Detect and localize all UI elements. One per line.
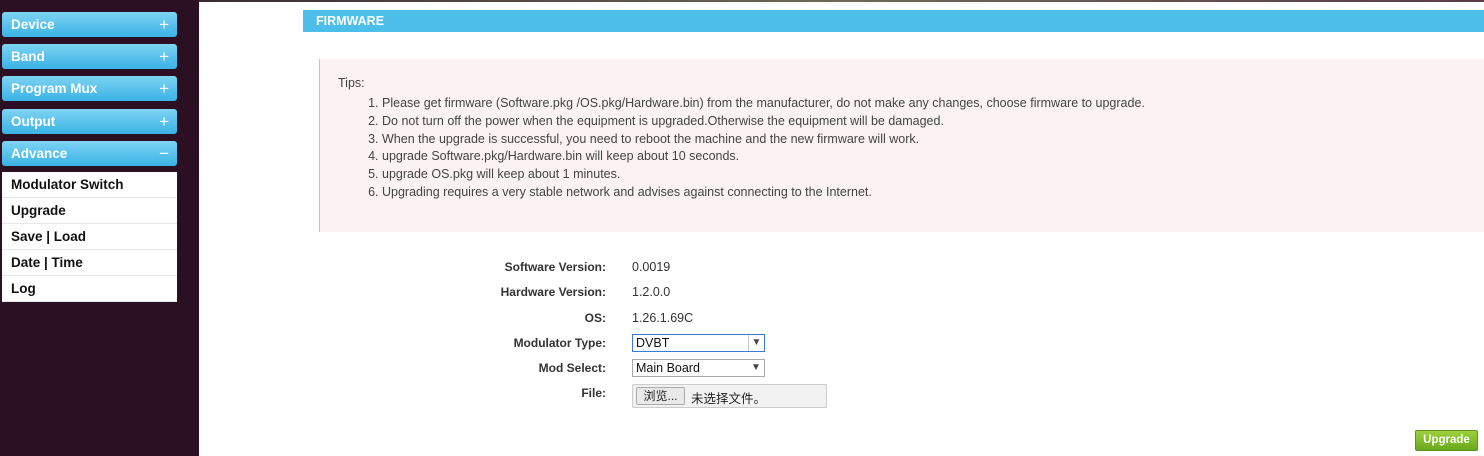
- upgrade-button[interactable]: Upgrade: [1415, 430, 1478, 451]
- file-status: 未选择文件。: [691, 391, 767, 406]
- tip-item: upgrade OS.pkg will keep about 1 minutes…: [382, 166, 1145, 184]
- file-label: File:: [581, 386, 606, 400]
- modulator-type-row: Modulator Type: DVBT ▼: [199, 333, 899, 353]
- expand-icon: +: [159, 79, 169, 98]
- expand-icon: +: [159, 47, 169, 66]
- modulator-type-select[interactable]: DVBT ▼: [632, 334, 765, 352]
- nav-advance-label: Advance: [11, 146, 68, 161]
- software-version-row: Software Version: 0.0019: [199, 257, 899, 277]
- os-value: 1.26.1.69C: [632, 311, 694, 325]
- chevron-down-icon[interactable]: ▼: [748, 360, 764, 376]
- hardware-version-value: 1.2.0.0: [632, 285, 671, 299]
- software-version-value: 0.0019: [632, 260, 671, 274]
- tip-item: When the upgrade is successful, you need…: [382, 131, 1145, 149]
- sidebar-item-log[interactable]: Log: [2, 276, 177, 302]
- sidebar-item-save-load[interactable]: Save | Load: [2, 224, 177, 250]
- hardware-version-row: Hardware Version: 1.2.0.0: [199, 282, 899, 302]
- os-label: OS:: [584, 311, 606, 325]
- tip-item: Do not turn off the power when the equip…: [382, 113, 1145, 131]
- sidebar-item-upgrade[interactable]: Upgrade: [2, 198, 177, 224]
- modulator-type-label: Modulator Type:: [513, 336, 606, 350]
- browse-button[interactable]: 浏览...: [636, 387, 685, 405]
- sidebar-item-modulator-switch[interactable]: Modulator Switch: [2, 172, 177, 198]
- tips-list: Please get firmware (Software.pkg /OS.pk…: [364, 95, 1145, 202]
- mod-select-label: Mod Select:: [538, 361, 606, 375]
- page-title: FIRMWARE: [303, 10, 1484, 32]
- modulator-type-value: DVBT: [636, 336, 670, 350]
- nav-output[interactable]: Output +: [2, 109, 177, 134]
- os-row: OS: 1.26.1.69C: [199, 308, 899, 328]
- tips-title: Tips:: [338, 76, 365, 90]
- nav-device-label: Device: [11, 17, 55, 32]
- nav-device[interactable]: Device +: [2, 12, 177, 37]
- expand-icon: +: [159, 15, 169, 34]
- tips-panel: Tips: Please get firmware (Software.pkg …: [319, 59, 1484, 232]
- nav-program-mux-label: Program Mux: [11, 81, 98, 96]
- file-input[interactable]: 浏览... 未选择文件。: [632, 384, 827, 408]
- advance-submenu: Modulator Switch Upgrade Save | Load Dat…: [2, 172, 177, 302]
- software-version-label: Software Version:: [504, 260, 606, 274]
- chevron-down-icon[interactable]: ▼: [748, 335, 764, 351]
- nav-output-label: Output: [11, 114, 56, 129]
- mod-select-row: Mod Select: Main Board ▼: [199, 358, 899, 378]
- sidebar-item-date-time[interactable]: Date | Time: [2, 250, 177, 276]
- nav-program-mux[interactable]: Program Mux +: [2, 76, 177, 101]
- mod-select-value: Main Board: [636, 361, 700, 375]
- sidebar: Device + Band + Program Mux + Output + A…: [0, 0, 199, 456]
- main-content: FIRMWARE Tips: Please get firmware (Soft…: [199, 2, 1484, 456]
- file-row: File: 浏览... 未选择文件。: [199, 383, 899, 409]
- nav-band-label: Band: [11, 49, 45, 64]
- tip-item: Please get firmware (Software.pkg /OS.pk…: [382, 95, 1145, 113]
- collapse-icon: −: [159, 144, 169, 163]
- nav-band[interactable]: Band +: [2, 44, 177, 69]
- expand-icon: +: [159, 112, 169, 131]
- tip-item: Upgrading requires a very stable network…: [382, 184, 1145, 202]
- mod-select-select[interactable]: Main Board ▼: [632, 359, 765, 377]
- hardware-version-label: Hardware Version:: [500, 285, 606, 299]
- nav-advance[interactable]: Advance −: [2, 141, 177, 166]
- tip-item: upgrade Software.pkg/Hardware.bin will k…: [382, 148, 1145, 166]
